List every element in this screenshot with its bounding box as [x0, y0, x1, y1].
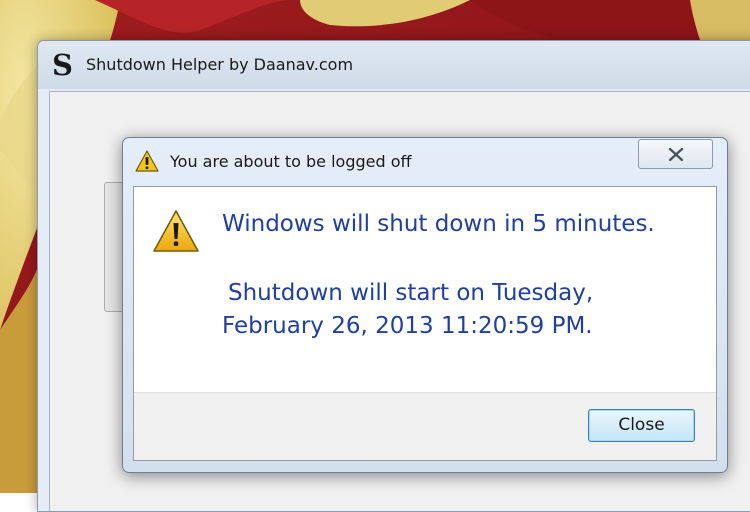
shutdown-countdown-message: Windows will shut down in 5 minutes. — [222, 211, 655, 237]
dialog-titlebar[interactable]: You are about to be logged off — [123, 138, 727, 184]
logoff-dialog: You are about to be logged off Windows w… — [122, 137, 728, 473]
shutdown-start-datetime: February 26, 2013 11:20:59 PM. — [222, 313, 593, 339]
main-window-titlebar[interactable]: S Shutdown Helper by Daanav.com — [38, 41, 750, 89]
warning-icon — [135, 150, 159, 172]
dialog-message-area: Windows will shut down in 5 minutes. Shu… — [134, 187, 716, 393]
app-logo-icon: S — [52, 48, 73, 82]
close-button[interactable]: Close — [588, 409, 695, 442]
titlebar-close-button[interactable] — [638, 139, 713, 169]
shutdown-start-message: Shutdown will start on Tuesday, — [228, 280, 594, 306]
dialog-content: Windows will shut down in 5 minutes. Shu… — [133, 186, 717, 461]
main-window-title: Shutdown Helper by Daanav.com — [86, 55, 354, 74]
close-icon — [668, 148, 684, 161]
warning-icon — [152, 209, 200, 253]
dialog-title: You are about to be logged off — [170, 152, 412, 171]
